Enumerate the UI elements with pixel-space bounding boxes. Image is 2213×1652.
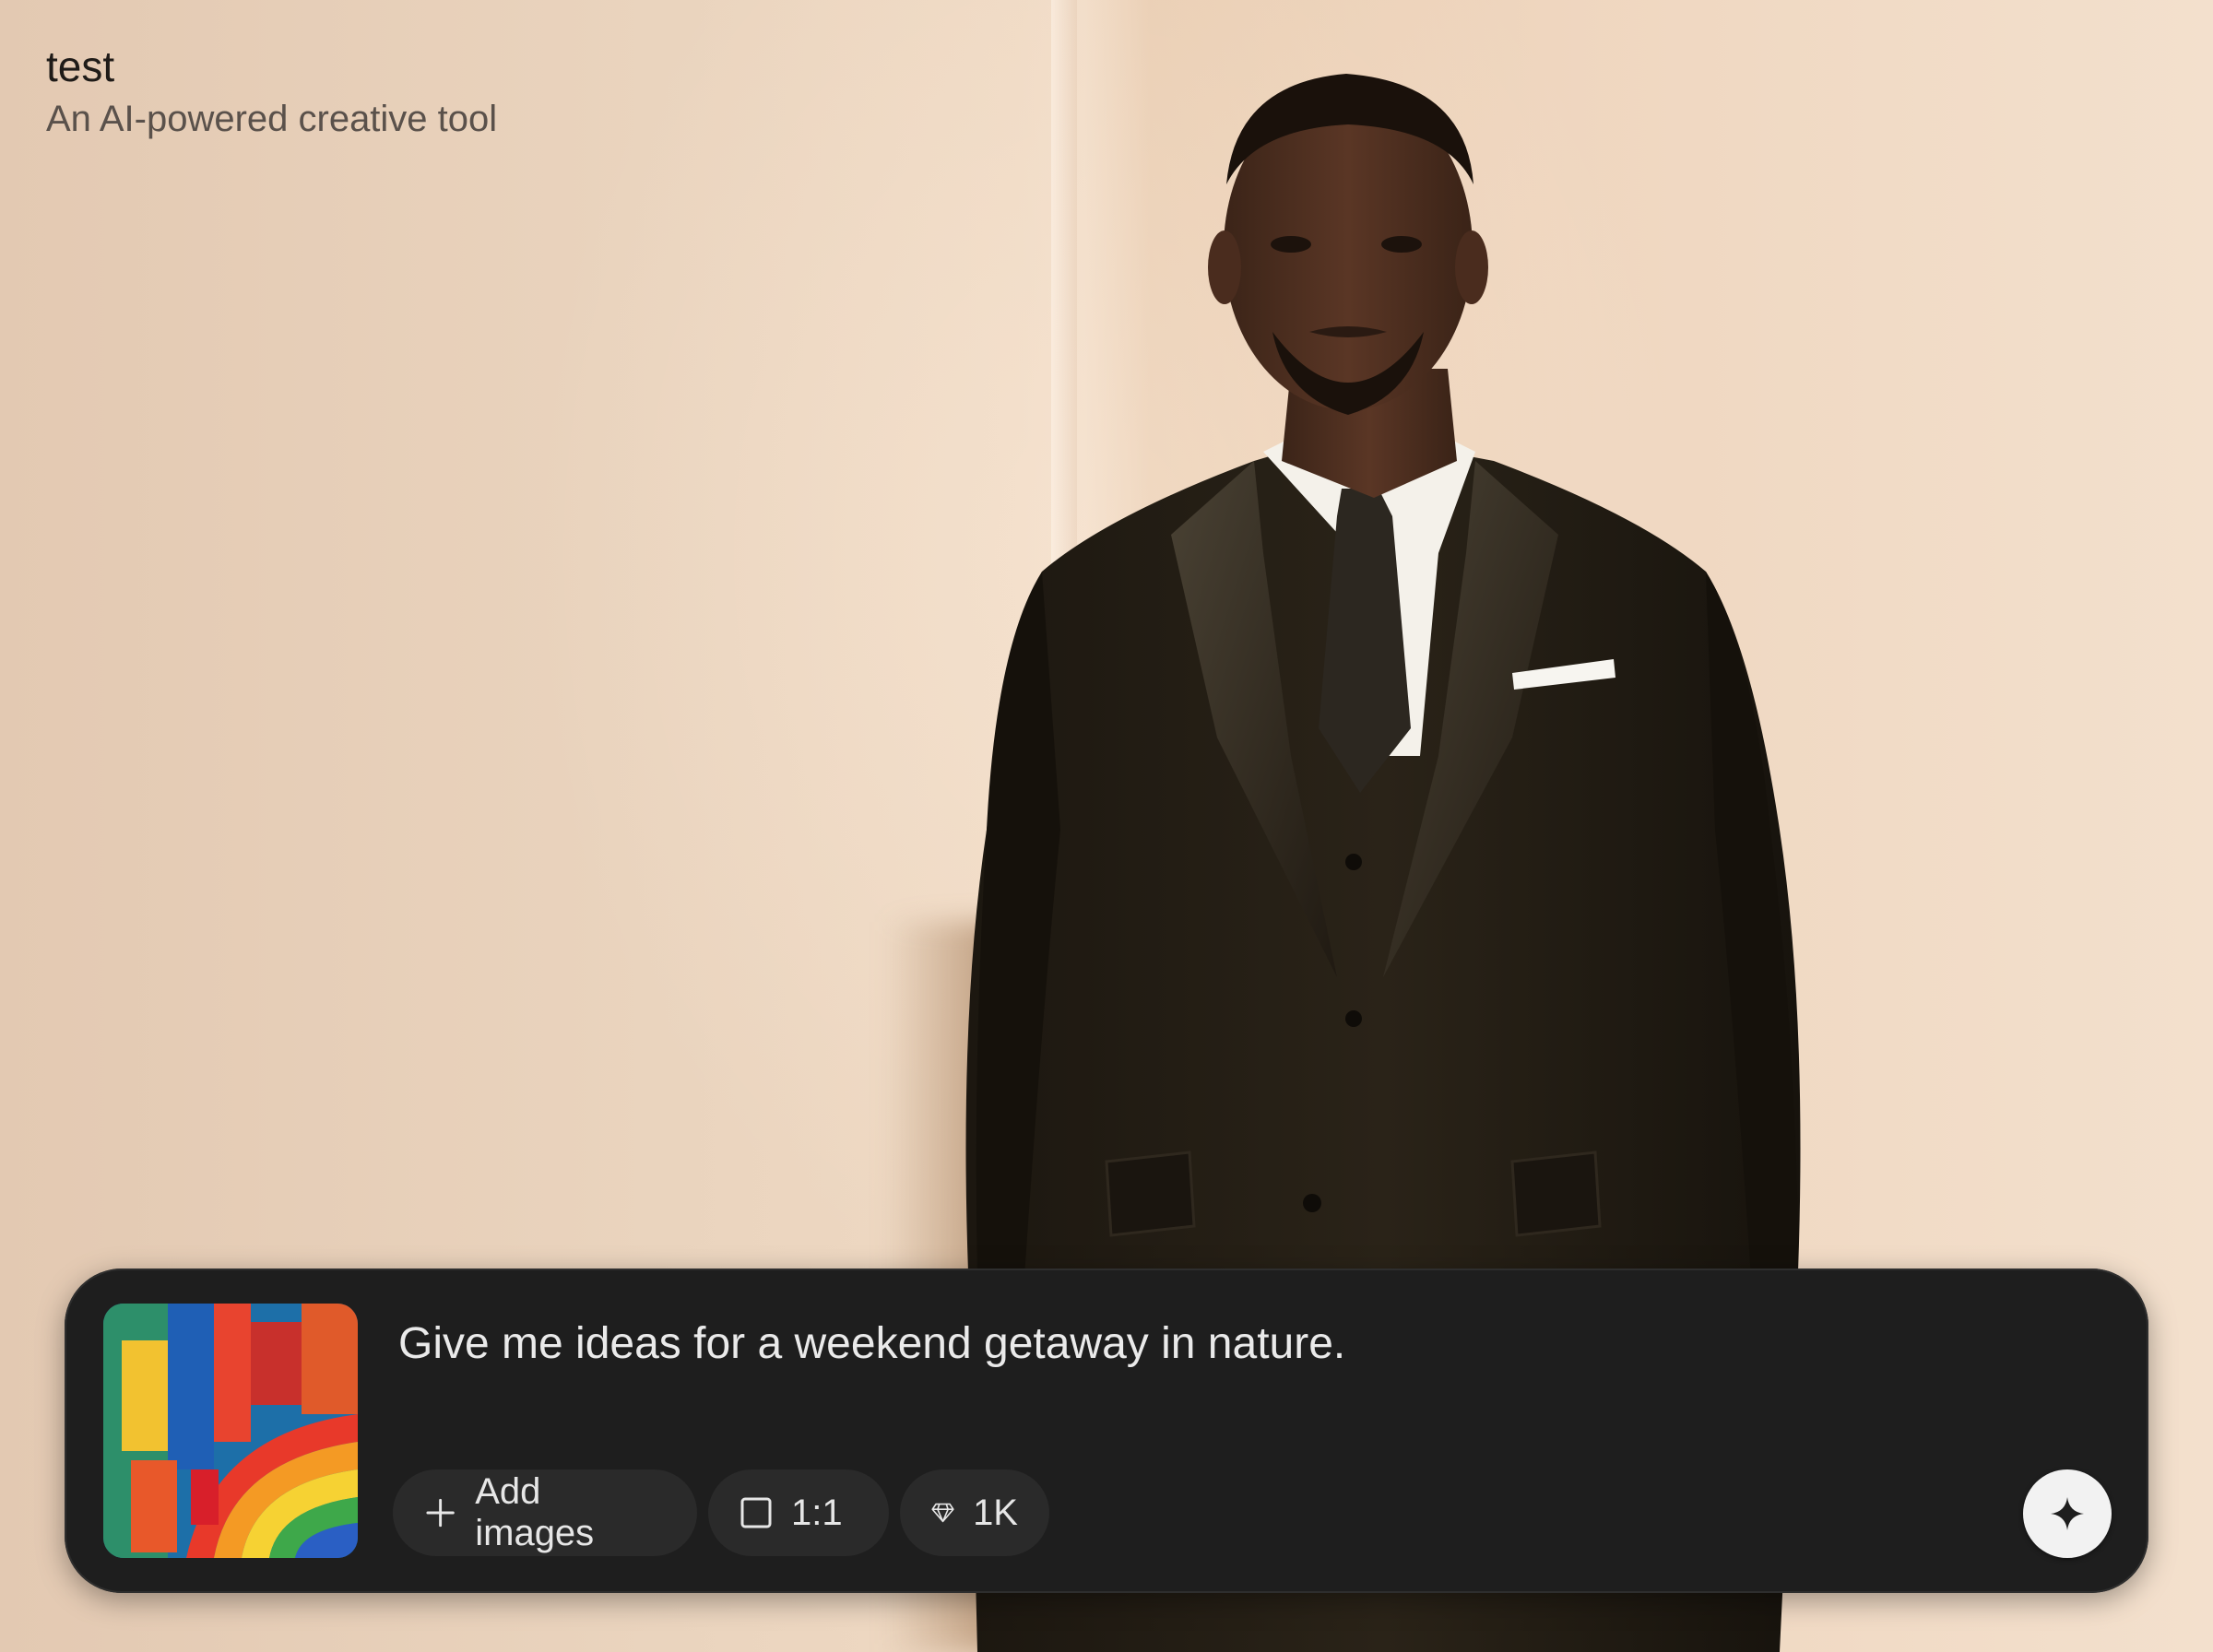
app-header: test An AI-powered creative tool	[46, 41, 497, 142]
plus-icon	[426, 1498, 455, 1528]
generate-button[interactable]	[2023, 1469, 2112, 1558]
add-images-button[interactable]: Add images	[393, 1469, 697, 1556]
add-images-label: Add images	[475, 1471, 595, 1553]
prompt-panel: Give me ideas for a weekend getaway in n…	[65, 1268, 2148, 1593]
resolution-label: 1K	[973, 1492, 1018, 1533]
sparkle-icon	[2051, 1497, 2084, 1530]
square-icon	[740, 1497, 772, 1528]
diamond-icon	[931, 1503, 954, 1523]
aspect-ratio-button[interactable]: 1:1	[708, 1469, 889, 1556]
prompt-input[interactable]: Give me ideas for a weekend getaway in n…	[398, 1315, 1966, 1374]
aspect-ratio-label: 1:1	[791, 1492, 843, 1533]
canvas-area: test An AI-powered creative tool Give me…	[0, 0, 2213, 1652]
resolution-button[interactable]: 1K	[900, 1469, 1049, 1556]
app-subtitle: An AI-powered creative tool	[46, 99, 498, 139]
abstract-painting-image	[103, 1304, 358, 1558]
app-title: test	[46, 42, 115, 90]
reference-image-thumbnail[interactable]	[103, 1304, 358, 1558]
